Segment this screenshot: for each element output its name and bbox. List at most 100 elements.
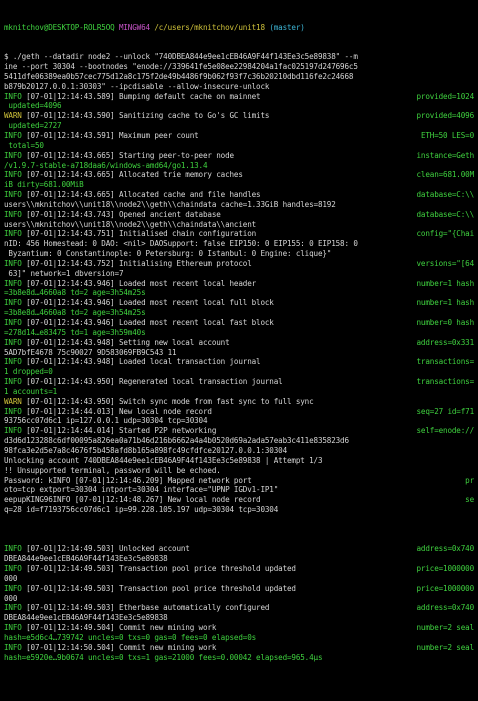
terminal-line: INFO [07-01|12:14:43.665] Allocated trie… <box>4 170 474 180</box>
terminal-line: =278d14…e83475 td=1 age=3h59m40s <box>4 328 474 338</box>
log-context: versions="[64 <box>416 258 474 268</box>
line-text: users\\mknitchov\\unit18\\node2\\geth\\c… <box>4 199 336 209</box>
log-message: [07-01|12:14:43.946] Loaded most recent … <box>21 298 274 308</box>
line-text: iB dirty=681.00MiB <box>4 180 84 190</box>
log-context: price=1000000 <box>416 564 474 574</box>
line-text: d3d6d123288c6df00095a826ea0a71b46d216b66… <box>4 436 349 446</box>
terminal-line: INFO [07-01|12:14:43.948] Setting new lo… <box>4 338 474 348</box>
terminal-line: INFO [07-01|12:14:44.013] New local node… <box>4 407 474 417</box>
log-context: pr <box>465 475 474 485</box>
log-context: provided=4096 <box>416 111 474 121</box>
log-message: [07-01|12:14:43.752] Initialising Ethere… <box>21 258 252 268</box>
log-message: [07-01|12:14:43.948] Setting new local a… <box>21 337 230 347</box>
log-message: [07-01|12:14:43.751] Initialised chain c… <box>21 229 257 239</box>
terminal-line: INFO [07-01|12:14:43.665] Starting peer-… <box>4 151 474 161</box>
log-context: transactions= <box>416 357 474 367</box>
line-text: /v1.9.7-stable-a718daa6/windows-amd64/go… <box>4 160 208 170</box>
log-context: ETH=50 LES=0 <box>420 130 474 140</box>
line-text: =3b8e8d…4660a8 td=2 age=3h54m25s <box>4 288 146 298</box>
log-level: INFO <box>4 583 22 593</box>
log-context: transactions= <box>416 377 474 387</box>
log-message: [07-01|12:14:43.665] Allocated trie memo… <box>21 170 243 180</box>
log-message: [07-01|12:14:43.665] Starting peer-to-pe… <box>21 150 234 160</box>
terminal-line: oto=tcp extport=30304 intport=30304 inte… <box>4 485 474 495</box>
log-message: [07-01|12:14:43.948] Loaded local transa… <box>21 357 261 367</box>
terminal-line: WARN [07-01|12:14:43.590] Sanitizing cac… <box>4 111 474 121</box>
terminal-line: INFO [07-01|12:14:43.946] Loaded most re… <box>4 279 474 289</box>
terminal-line: INFO [07-01|12:14:43.751] Initialised ch… <box>4 229 474 239</box>
terminal-line: INFO [07-01|12:14:43.752] Initialising E… <box>4 259 474 269</box>
line-text: 63]" network=1 dbversion=7 <box>4 268 124 278</box>
line-text: oto=tcp extport=30304 intport=30304 inte… <box>4 485 279 495</box>
log-level: INFO <box>4 278 22 288</box>
line-text: 1 accounts=1 <box>4 386 58 396</box>
log-message: [07-01|12:14:44.013] New local node reco… <box>21 406 212 416</box>
line-text: Byzantium: 0 Constantinople: 0 Petersbur… <box>4 249 332 259</box>
line-text: users\\mknitchov\\unit18\\node2\\geth\\c… <box>4 219 257 229</box>
terminal-line: 1 dropped=0 <box>4 367 474 377</box>
log-level: INFO <box>4 298 22 308</box>
terminal-line: b879b20127.0.0.1:30303" --ipcdisable --a… <box>4 82 474 92</box>
log-message: [07-01|12:14:43.665] Allocated cache and… <box>21 190 261 200</box>
log-level: INFO <box>4 258 22 268</box>
log-level: INFO <box>4 642 22 652</box>
terminal-line: Byzantium: 0 Constantinople: 0 Petersbur… <box>4 249 474 259</box>
line-text: 98fca3e2d5e7a8c4676f5b458afd8b165a898fc4… <box>4 445 287 455</box>
terminal-line: updated=2727 <box>4 121 474 131</box>
line-text: =278d14…e83475 td=1 age=3h59m40s <box>4 327 146 337</box>
log-level: INFO <box>4 337 22 347</box>
log-context: address=0x740 <box>416 603 474 613</box>
log-message: [07-01|12:14:43.950] Switch sync mode fr… <box>21 396 314 406</box>
log-message: [07-01|12:14:49.503] Unlocked account <box>21 544 190 554</box>
line-text: 000 <box>4 593 18 603</box>
terminal-line: 5411dfe06389ea0b57cec775d12a8c175f2de49b… <box>4 72 474 82</box>
log-message: [07-01|12:14:43.590] Sanitizing cache to… <box>21 111 270 121</box>
line-text: Unlocking account 740DBEA844e9ee1cEB46A9… <box>4 455 323 465</box>
log-level: WARN <box>4 111 22 121</box>
log-context: number=1 hash <box>416 298 474 308</box>
prompt-path: /c/users/mknitchov/unit18 <box>154 22 265 32</box>
terminal-line: INFO [07-01|12:14:43.946] Loaded most re… <box>4 298 474 308</box>
terminal-line: eepupKING96INFO [07-01|12:14:48.267] New… <box>4 495 474 505</box>
log-context: number=2 seal <box>416 623 474 633</box>
log-message: [07-01|12:14:43.743] Opened ancient data… <box>21 209 221 219</box>
log-context: se <box>465 495 474 505</box>
log-context: address=0x740 <box>416 544 474 554</box>
log-message: Password: kINFO [07-01|12:14:46.209] Map… <box>4 475 252 485</box>
line-text: hash=e5d6c4…739742 uncles=0 txs=0 gas=0 … <box>4 633 257 642</box>
log-level: INFO <box>4 91 22 101</box>
log-context: database=C:\\ <box>416 190 474 200</box>
terminal-output: $ ./geth --datadir node2 --unlock "740DB… <box>4 52 474 662</box>
log-message: [07-01|12:14:43.589] Bumping default cac… <box>21 91 261 101</box>
log-level: INFO <box>4 170 22 180</box>
log-level: INFO <box>4 190 22 200</box>
terminal-line: INFO [07-01|12:14:43.743] Opened ancient… <box>4 210 474 220</box>
terminal-line: =3b8e8d…4660a8 td=2 age=3h54m25s <box>4 308 474 318</box>
log-message: [07-01|12:14:43.946] Loaded most recent … <box>21 278 257 288</box>
terminal-line: !! Unsupported terminal, password will b… <box>4 466 474 476</box>
log-context: number=1 hash <box>416 278 474 288</box>
line-text: updated=2727 <box>4 121 62 131</box>
log-context: number=2 seal <box>416 642 474 652</box>
terminal-line: 5AD7bfE4678 75c90027 9D583069FB9C543 11 <box>4 348 474 358</box>
log-level: INFO <box>4 603 22 613</box>
terminal-line: updated=4096 <box>4 101 474 111</box>
line-text: b879b20127.0.0.1:30303" --ipcdisable --a… <box>4 81 270 91</box>
terminal-line: 1 accounts=1 <box>4 387 474 397</box>
line-text: $ ./geth --datadir node2 --unlock "740DB… <box>4 52 358 62</box>
log-level: INFO <box>4 150 22 160</box>
log-context: seq=27 id=f71 <box>416 406 474 416</box>
log-message: [07-01|12:14:49.504] Commit new mining w… <box>21 623 217 633</box>
terminal-line: total=50 <box>4 141 474 151</box>
log-message: [07-01|12:14:44.014] Started P2P network… <box>21 426 217 436</box>
terminal-line: =3b8e8d…4660a8 td=2 age=3h54m25s <box>4 288 474 298</box>
terminal-line: nID: 456 Homestead: 0 DAO: <nil> DAOSupp… <box>4 239 474 249</box>
terminal-window[interactable]: mknitchov@DESKTOP-ROLR5OQ MINGW64 /c/use… <box>0 0 478 701</box>
terminal-line: /v1.9.7-stable-a718daa6/windows-amd64/go… <box>4 161 474 171</box>
log-level: INFO <box>4 130 22 140</box>
terminal-line: users\\mknitchov\\unit18\\node2\\geth\\c… <box>4 220 474 230</box>
log-context: price=1000000 <box>416 583 474 593</box>
terminal-line: INFO [07-01|12:14:50.504] Commit new min… <box>4 643 474 653</box>
